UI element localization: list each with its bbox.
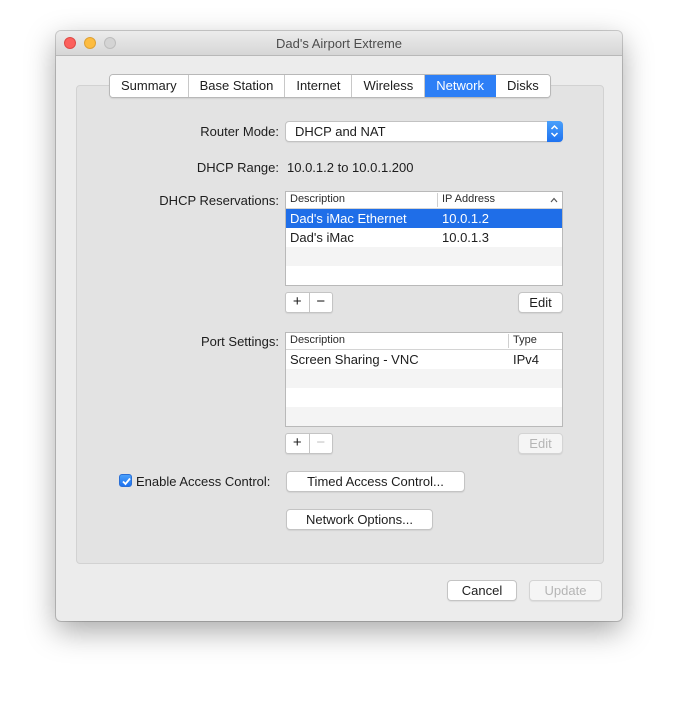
- tab-wireless[interactable]: Wireless: [352, 75, 426, 97]
- dhcp-range-label: DHCP Range:: [196, 160, 279, 175]
- tab-summary[interactable]: Summary: [110, 75, 189, 97]
- column-header-type[interactable]: Type: [513, 334, 537, 346]
- edit-port-button: Edit: [518, 433, 563, 454]
- table-header: Description Type: [286, 333, 562, 350]
- tab-internet[interactable]: Internet: [285, 75, 353, 97]
- reservation-description: Dad's iMac Ethernet: [290, 211, 407, 226]
- network-options-button[interactable]: Network Options...: [286, 509, 433, 530]
- router-mode-popup[interactable]: DHCP and NAT: [285, 121, 563, 142]
- popup-stepper: [547, 121, 563, 142]
- table-row[interactable]: Dad's iMac 10.0.1.3: [286, 228, 562, 247]
- update-button: Update: [529, 580, 602, 601]
- tab-disks[interactable]: Disks: [495, 75, 550, 97]
- tab-content-panel: [76, 85, 604, 564]
- dhcp-reservations-label: DHCP Reservations:: [159, 193, 279, 208]
- edit-reservation-button[interactable]: Edit: [518, 292, 563, 313]
- table-row[interactable]: Dad's iMac Ethernet 10.0.1.2: [286, 209, 562, 228]
- port-settings-label: Port Settings:: [200, 334, 279, 349]
- enable-access-control-label[interactable]: Enable Access Control:: [136, 474, 270, 489]
- remove-port-button: −: [316, 434, 326, 451]
- add-port-button[interactable]: +: [286, 434, 310, 453]
- dhcp-reservations-table[interactable]: Description IP Address Dad's iMac Ethern…: [285, 191, 563, 286]
- router-mode-value: DHCP and NAT: [295, 124, 386, 139]
- timed-access-control-button[interactable]: Timed Access Control...: [286, 471, 465, 492]
- up-down-chevron-icon: [550, 124, 559, 138]
- enable-access-control-checkbox[interactable]: [119, 474, 132, 487]
- column-header-description[interactable]: Description: [290, 193, 345, 205]
- empty-row: [286, 266, 562, 285]
- column-header-ip-address[interactable]: IP Address: [442, 193, 495, 205]
- port-description: Screen Sharing - VNC: [290, 352, 419, 367]
- port-add-remove-control: + −: [285, 433, 333, 454]
- empty-row: [286, 388, 562, 407]
- reservation-description: Dad's iMac: [290, 230, 354, 245]
- empty-row: [286, 407, 562, 426]
- cancel-button[interactable]: Cancel: [447, 580, 517, 601]
- table-row[interactable]: Screen Sharing - VNC IPv4: [286, 350, 562, 369]
- empty-row: [286, 369, 562, 388]
- tab-bar: Summary Base Station Internet Wireless N…: [109, 74, 551, 98]
- reservation-add-remove-control: + −: [285, 292, 333, 313]
- table-header: Description IP Address: [286, 192, 562, 209]
- tab-network[interactable]: Network: [425, 75, 496, 97]
- router-mode-label: Router Mode:: [200, 124, 279, 139]
- title-bar: Dad's Airport Extreme: [56, 31, 622, 56]
- remove-reservation-button[interactable]: −: [310, 293, 333, 312]
- tab-base-station[interactable]: Base Station: [188, 75, 286, 97]
- reservation-ip: 10.0.1.2: [442, 211, 489, 226]
- sort-chevron-icon: [550, 197, 558, 203]
- checkmark-icon: [122, 477, 131, 486]
- settings-window: Dad's Airport Extreme Summary Base Stati…: [56, 31, 622, 621]
- add-reservation-button[interactable]: +: [286, 293, 310, 312]
- window-title: Dad's Airport Extreme: [275, 36, 403, 51]
- column-header-description[interactable]: Description: [290, 334, 345, 346]
- port-settings-table[interactable]: Description Type Screen Sharing - VNC IP…: [285, 332, 563, 427]
- port-type: IPv4: [513, 352, 540, 367]
- empty-row: [286, 247, 562, 266]
- dhcp-range-value: 10.0.1.2 to 10.0.1.200: [287, 160, 414, 175]
- reservation-ip: 10.0.1.3: [442, 230, 489, 245]
